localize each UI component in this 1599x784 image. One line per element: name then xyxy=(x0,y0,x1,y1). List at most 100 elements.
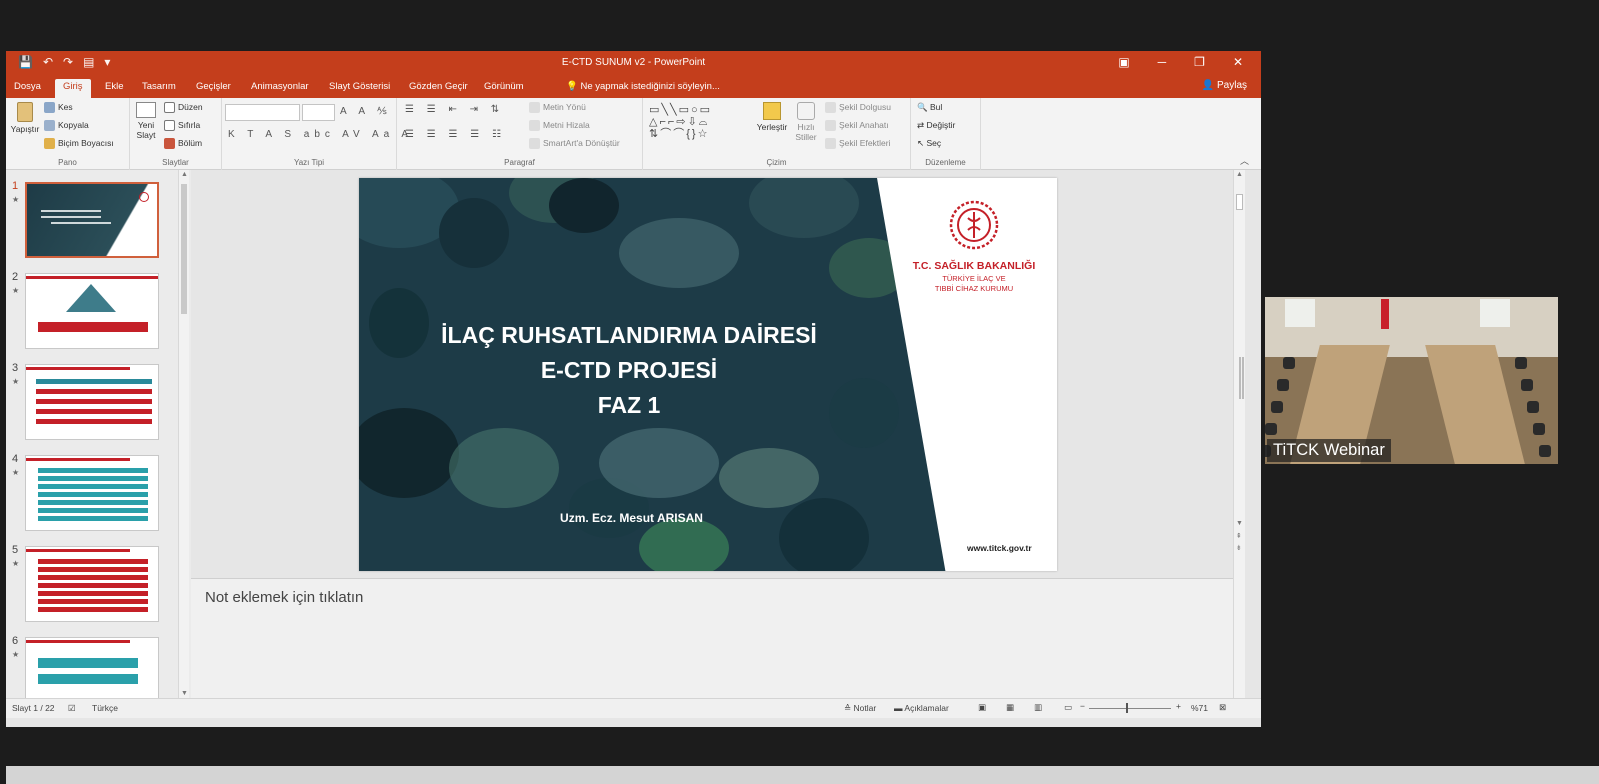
scroll-up-icon[interactable]: ▲ xyxy=(181,171,188,178)
tab-giris[interactable]: Giriş xyxy=(55,79,91,98)
thumbnail-header-bar xyxy=(26,276,158,279)
slide-thumbnail[interactable]: 5 ★ xyxy=(6,544,181,626)
share-button[interactable]: 👤 Paylaş xyxy=(1202,80,1247,91)
scroll-down-icon[interactable]: ▼ xyxy=(181,690,188,697)
slide-sorter-icon[interactable]: ▦ xyxy=(1006,702,1014,713)
quick-styles-icon xyxy=(797,102,815,120)
current-slide[interactable]: İLAÇ RUHSATLANDIRMA DAİRESİ E-CTD PROJES… xyxy=(359,178,1057,571)
slide-thumbnail[interactable]: 4 ★ xyxy=(6,453,181,535)
shapes-gallery[interactable]: ▭╲╲▭○▭ △⌐⌐⇨⇩⌓ ⇅⌒⌒{}☆ xyxy=(649,104,712,140)
zoom-out-icon[interactable]: − xyxy=(1080,701,1085,711)
format-painter-button[interactable]: Biçim Boyacısı xyxy=(44,138,114,150)
smartart-label: SmartArt'a Dönüştür xyxy=(543,138,620,148)
comments-toggle[interactable]: ▬ Açıklamalar xyxy=(894,703,949,713)
font-name-input[interactable] xyxy=(225,104,300,121)
paste-button[interactable]: Yapıştır xyxy=(9,102,41,134)
reading-view-icon[interactable]: ▥ xyxy=(1034,702,1042,713)
tab-gecisler[interactable]: Geçişler xyxy=(196,81,231,92)
tab-animasyonlar[interactable]: Animasyonlar xyxy=(251,81,309,92)
thumbnail-scrollbar[interactable]: ▲ ▼ xyxy=(178,170,189,698)
minimize-icon[interactable]: ─ xyxy=(1158,55,1167,69)
shape-fill-button[interactable]: Şekil Dolgusu xyxy=(825,102,891,114)
thumbnail-preview xyxy=(25,273,159,349)
tab-tasarim[interactable]: Tasarım xyxy=(142,81,176,92)
font-format-buttons[interactable]: K T A S abc AV Aa A xyxy=(228,129,413,140)
zoom-level[interactable]: %71 xyxy=(1191,703,1208,713)
zoom-slider[interactable] xyxy=(1089,708,1171,709)
tell-me-search[interactable]: 💡 Ne yapmak istediğinizi söyleyin... xyxy=(566,81,720,92)
editor-scroll-thumb[interactable] xyxy=(1236,194,1243,210)
proofing-icon[interactable]: ☑ xyxy=(68,703,76,714)
replace-button[interactable]: ⇄ Değiştir xyxy=(917,120,955,131)
ministry-name: T.C. SAĞLIK BAKANLIĞI xyxy=(912,260,1036,272)
ribbon-tabs: Dosya Giriş Ekle Tasarım Geçişler Animas… xyxy=(6,76,1261,98)
ribbon-display-options-icon[interactable]: ▣ xyxy=(1118,55,1129,69)
group-caption-slaytlar: Slaytlar xyxy=(162,158,189,167)
bottom-strip xyxy=(6,766,1599,784)
thumbnail-header-bar xyxy=(26,367,130,370)
thumbnail-scroll-thumb[interactable] xyxy=(181,184,187,314)
slideshow-view-icon[interactable]: ▭ xyxy=(1064,702,1072,713)
previous-slide-icon[interactable]: ⇞ xyxy=(1236,532,1242,540)
select-button[interactable]: ↖ Seç xyxy=(917,138,941,149)
tab-dosya[interactable]: Dosya xyxy=(14,81,41,92)
tab-gorunum[interactable]: Görünüm xyxy=(484,81,524,92)
fit-slide-icon[interactable]: ⊠ xyxy=(1219,702,1226,713)
panel-splitter-handle[interactable] xyxy=(1239,357,1244,399)
editor-scrollbar[interactable]: ▲ ▼ ⇞ ⇟ xyxy=(1233,170,1245,698)
slide-bg-shape xyxy=(449,428,559,508)
list-buttons[interactable]: ☰ ☰ ⇤ ⇥ ⇅ xyxy=(405,104,504,115)
tab-gozden-gecir[interactable]: Gözden Geçir xyxy=(409,81,468,92)
zoom-slider-thumb[interactable] xyxy=(1126,703,1128,713)
reset-button[interactable]: Sıfırla xyxy=(164,120,200,132)
tab-slayt-gosterisi[interactable]: Slayt Gösterisi xyxy=(329,81,390,92)
shape-outline-button[interactable]: Şekil Anahatı xyxy=(825,120,889,132)
scroll-down-icon[interactable]: ▼ xyxy=(1236,520,1243,527)
zoom-in-icon[interactable]: + xyxy=(1176,701,1181,711)
section-button[interactable]: Bölüm xyxy=(164,138,202,150)
tab-ekle[interactable]: Ekle xyxy=(105,81,123,92)
thumbnail-number: 3 xyxy=(12,362,19,374)
normal-view-icon[interactable]: ▣ xyxy=(978,702,986,713)
slide-thumbnail[interactable]: 1 ★ xyxy=(6,180,181,262)
cut-button[interactable]: Kes xyxy=(44,102,73,114)
slide-thumbnail[interactable]: 3 ★ xyxy=(6,362,181,444)
thumbnail-rows xyxy=(38,658,138,668)
video-chairs-right xyxy=(1515,357,1527,369)
scroll-up-icon[interactable]: ▲ xyxy=(1236,171,1243,178)
notes-placeholder[interactable]: Not eklemek için tıklatın xyxy=(205,589,363,606)
text-direction-button[interactable]: Metin Yönü xyxy=(529,102,586,114)
slide-thumbnail[interactable]: 2 ★ xyxy=(6,271,181,353)
close-icon[interactable]: ✕ xyxy=(1233,55,1243,69)
new-slide-button[interactable]: Yeni Slayt xyxy=(133,102,159,140)
find-button[interactable]: 🔍 Bul xyxy=(917,102,942,113)
slide-thumbnail-pane: 1 ★ 2 ★ 3 ★ 4 ★ 5 ★ 6 ★ ▲ ▼ xyxy=(6,170,191,713)
notes-toggle[interactable]: ≙ Notlar xyxy=(844,703,876,714)
slide-thumbnail[interactable]: 6 ★ xyxy=(6,635,181,713)
layout-button[interactable]: Düzen xyxy=(164,102,203,114)
align-text-button[interactable]: Metni Hizala xyxy=(529,120,590,132)
collapse-ribbon-icon[interactable]: ︿ xyxy=(1240,154,1249,167)
font-size-input[interactable] xyxy=(302,104,335,121)
comments-toggle-label: Açıklamalar xyxy=(904,703,949,713)
brush-icon xyxy=(44,138,55,150)
align-buttons[interactable]: ☰ ☰ ☰ ☰ ☷ xyxy=(405,129,506,140)
copy-button[interactable]: Kopyala xyxy=(44,120,89,132)
language-indicator[interactable]: Türkçe xyxy=(92,703,118,713)
transition-star-icon: ★ xyxy=(12,559,20,568)
slide-bg-shape xyxy=(549,178,619,233)
arrange-button[interactable]: Yerleştir xyxy=(755,102,789,132)
quick-styles-button[interactable]: Hızlı Stiller xyxy=(791,102,821,142)
restore-icon[interactable]: ❐ xyxy=(1194,55,1205,69)
arrange-label: Yerleştir xyxy=(756,122,788,132)
next-slide-icon[interactable]: ⇟ xyxy=(1236,544,1242,552)
shape-effects-button[interactable]: Şekil Efektleri xyxy=(825,138,891,150)
thumbnail-header-bar xyxy=(26,458,130,461)
participant-video-tile[interactable]: TiTCK Webinar xyxy=(1265,297,1558,464)
notes-pane[interactable]: Not eklemek için tıklatın xyxy=(191,578,1233,698)
thumbnail-rows xyxy=(38,559,148,564)
smartart-button[interactable]: SmartArt'a Dönüştür xyxy=(529,138,620,150)
font-size-buttons[interactable]: A A ⅍ xyxy=(340,106,392,117)
text-direction-label: Metin Yönü xyxy=(543,102,586,112)
text-direction-icon xyxy=(529,102,540,114)
